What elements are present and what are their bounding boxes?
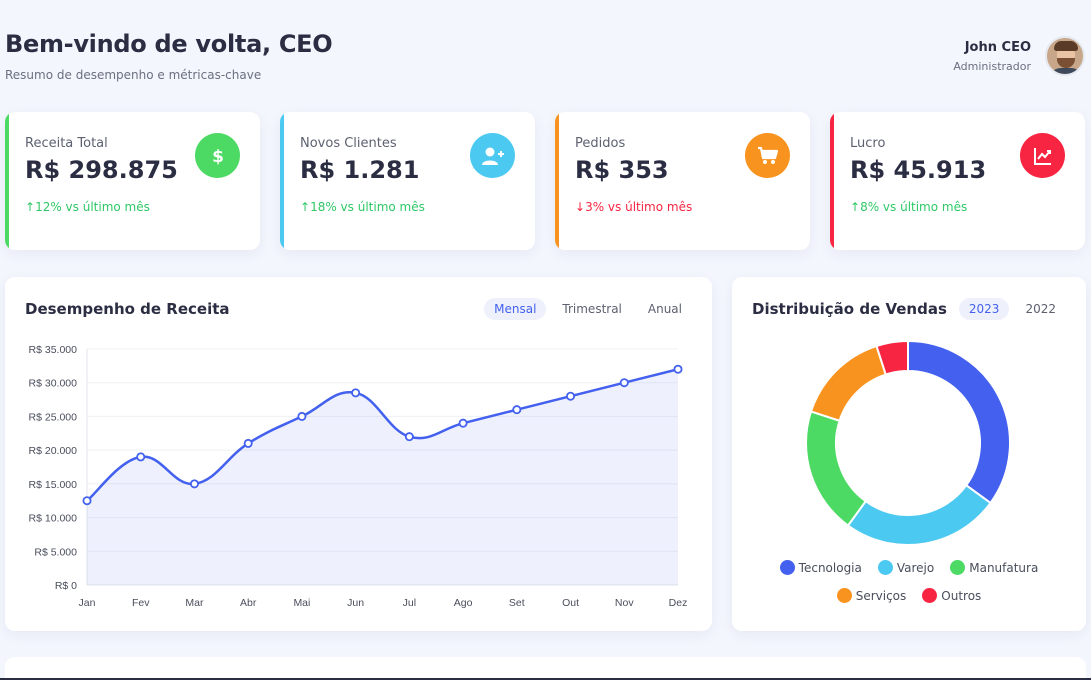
card-label: Lucro xyxy=(850,136,886,151)
y-tick-label: R$ 0 xyxy=(55,580,77,592)
y-tick-label: R$ 15.000 xyxy=(29,479,78,491)
y-tick-label: R$ 30.000 xyxy=(29,378,78,390)
user-profile[interactable]: John CEO Administrador xyxy=(953,36,1085,76)
legend-item-manufatura[interactable]: Manufatura xyxy=(950,560,1038,575)
user-plus-icon xyxy=(470,133,515,178)
x-tick-label: Jan xyxy=(79,597,96,609)
donut-slice xyxy=(809,344,888,423)
user-name: John CEO xyxy=(964,39,1031,55)
legend-dot xyxy=(922,588,938,603)
x-tick-label: Nov xyxy=(615,597,634,609)
x-tick-label: Dez xyxy=(669,597,688,609)
card-value: R$ 45.913 xyxy=(850,156,987,184)
x-tick-label: Fev xyxy=(132,597,150,609)
card-pedidos: Pedidos R$ 353 ↓3% vs último mês xyxy=(555,112,810,250)
data-point xyxy=(404,432,414,442)
x-tick-label: Abr xyxy=(240,597,257,609)
legend-item-tecnologia[interactable]: Tecnologia xyxy=(779,560,862,575)
x-tick-label: Ago xyxy=(454,597,473,609)
legend-row-1: Tecnologia Varejo Manufatura xyxy=(732,560,1086,575)
x-tick-label: Set xyxy=(509,597,525,609)
data-point xyxy=(136,452,146,462)
data-point xyxy=(82,496,92,506)
data-point xyxy=(673,364,683,374)
card-label: Novos Clientes xyxy=(300,136,397,151)
donut-slice xyxy=(805,410,868,527)
card-change: ↑18% vs último mês xyxy=(300,200,425,214)
card-change: ↑12% vs último mês xyxy=(25,200,150,214)
x-tick-label: Mar xyxy=(185,597,204,609)
data-point xyxy=(243,438,253,448)
data-point xyxy=(351,388,361,398)
y-tick-label: R$ 5.000 xyxy=(34,546,77,558)
legend-dot xyxy=(877,560,893,575)
y-tick-label: R$ 20.000 xyxy=(29,445,78,457)
card-value: R$ 1.281 xyxy=(300,156,420,184)
y-tick-label: R$ 10.000 xyxy=(29,513,78,525)
legend-dot xyxy=(836,588,852,603)
revenue-panel: Desempenho de Receita Mensal Trimestral … xyxy=(5,277,712,631)
legend-item-outros[interactable]: Outros xyxy=(922,588,981,603)
card-label: Pedidos xyxy=(575,136,626,151)
x-tick-label: Jul xyxy=(403,597,416,609)
svg-text:$: $ xyxy=(212,147,224,166)
card-change: ↓3% vs último mês xyxy=(575,200,693,214)
card-value: R$ 353 xyxy=(575,156,669,184)
legend-dot xyxy=(779,560,795,575)
donut-slice xyxy=(846,483,992,546)
header: Bem-vindo de volta, CEO Resumo de desemp… xyxy=(5,30,333,82)
data-point xyxy=(619,378,629,388)
distribution-panel: Distribuição de Vendas 2023 2022 Tecnolo… xyxy=(732,277,1086,631)
y-tick-label: R$ 35.000 xyxy=(29,344,78,356)
legend-row-2: Serviços Outros xyxy=(732,588,1086,603)
data-point xyxy=(297,411,307,421)
data-point xyxy=(458,418,468,428)
card-lucro: Lucro R$ 45.913 ↑8% vs último mês xyxy=(830,112,1085,250)
card-novos-clientes: Novos Clientes R$ 1.281 ↑18% vs último m… xyxy=(280,112,535,250)
legend-label: Serviços xyxy=(855,588,907,603)
card-value: R$ 298.875 xyxy=(25,156,178,184)
legend-label: Varejo xyxy=(896,560,935,575)
data-point xyxy=(189,479,199,489)
page-subtitle: Resumo de desempenho e métricas-chave xyxy=(5,68,262,82)
user-role: Administrador xyxy=(953,59,1031,73)
legend-label: Manufatura xyxy=(969,560,1039,575)
x-tick-label: Jun xyxy=(347,597,364,609)
card-label: Receita Total xyxy=(25,136,108,151)
cart-icon xyxy=(745,133,790,178)
donut-slice xyxy=(907,339,1011,505)
data-point xyxy=(512,405,522,415)
legend-label: Tecnologia xyxy=(798,560,862,575)
legend-item-servicos[interactable]: Serviços xyxy=(836,588,907,603)
card-change: ↑8% vs último mês xyxy=(850,200,968,214)
chart-line-icon xyxy=(1020,133,1065,178)
x-tick-label: Mai xyxy=(293,597,310,609)
y-tick-label: R$ 25.000 xyxy=(29,411,78,423)
legend-dot xyxy=(950,560,966,575)
revenue-chart: R$ 0 R$ 5.000 R$ 10.000 R$ 15.000 R$ 20.000 R… xyxy=(29,344,688,609)
card-receita-total: Receita Total R$ 298.875 ↑12% vs último … xyxy=(5,112,260,250)
page-title: Bem-vindo de volta, CEO xyxy=(5,30,333,58)
legend-item-varejo[interactable]: Varejo xyxy=(877,560,935,575)
avatar[interactable] xyxy=(1045,36,1085,76)
legend-label: Outros xyxy=(941,588,982,603)
dollar-icon: $ xyxy=(195,133,240,178)
x-tick-label: Out xyxy=(562,597,579,609)
data-point xyxy=(566,391,576,401)
bottom-panel xyxy=(5,657,1086,680)
donut-chart xyxy=(805,339,1011,546)
